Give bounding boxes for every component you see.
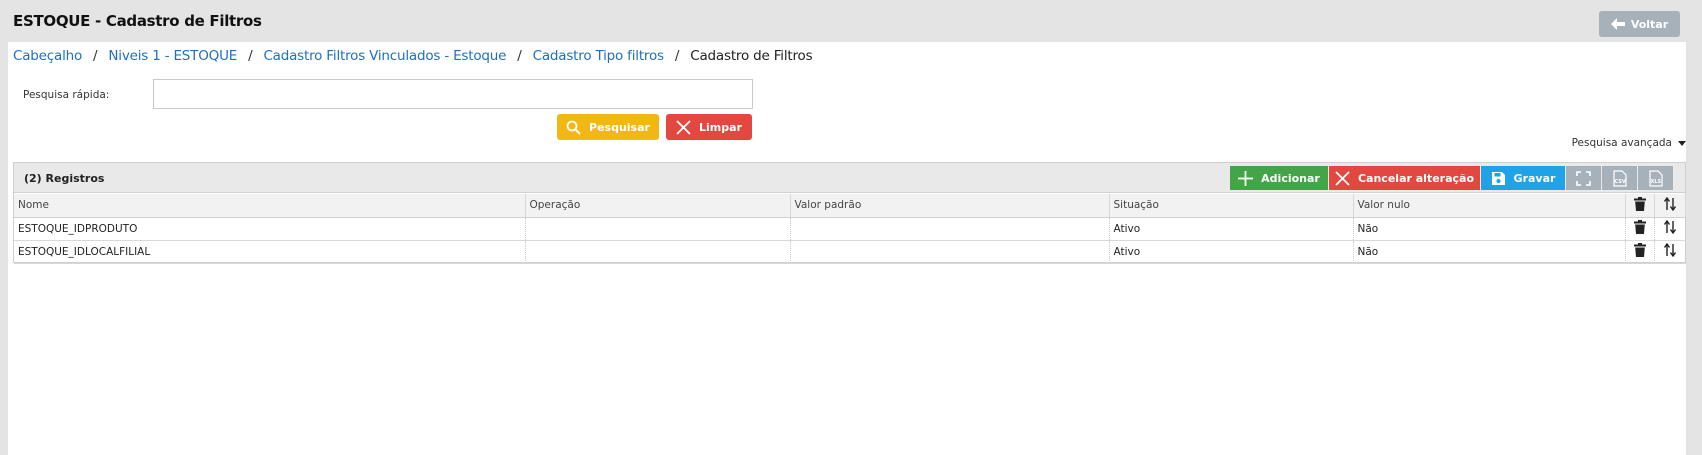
breadcrumb-separator: /	[248, 48, 253, 64]
records-table: Nome Operação Valor padrão Situação Valo…	[14, 194, 1686, 264]
table-header-row: Nome Operação Valor padrão Situação Valo…	[14, 194, 1686, 218]
caret-down-icon	[1678, 140, 1686, 146]
sort-column-header[interactable]	[1654, 194, 1686, 218]
cell-valor-nulo[interactable]: Não	[1353, 240, 1626, 264]
sort-icon	[1663, 242, 1676, 258]
save-button-label: Gravar	[1513, 171, 1556, 185]
cell-operacao[interactable]	[525, 240, 791, 264]
cell-operacao[interactable]	[525, 217, 791, 241]
breadcrumb-separator: /	[674, 48, 680, 64]
table-row[interactable]: ESTOQUE_IDLOCALFILIAL Ativo Não	[14, 240, 1686, 264]
sort-icon	[1663, 196, 1676, 211]
breadcrumb-item-filtros-vinculados[interactable]: Cadastro Filtros Vinculados - Estoque	[263, 48, 506, 64]
delete-column-header	[1625, 194, 1655, 218]
fullscreen-button[interactable]	[1566, 166, 1601, 190]
search-button[interactable]: Pesquisar	[557, 114, 659, 140]
csv-icon: CSV	[1612, 169, 1627, 187]
cancel-changes-button[interactable]: Cancelar alteração	[1329, 166, 1480, 190]
search-button-label: Pesquisar	[589, 120, 650, 134]
add-button-label: Adicionar	[1261, 171, 1320, 185]
trash-icon	[1633, 243, 1646, 257]
breadcrumb-item-niveis[interactable]: Niveis 1 - ESTOQUE	[108, 48, 237, 64]
cell-situacao[interactable]: Ativo	[1109, 240, 1354, 264]
search-icon	[566, 120, 581, 135]
sort-icon	[1663, 219, 1676, 235]
delete-row-button[interactable]	[1625, 217, 1655, 241]
records-grid: (2) Registros Adicionar Cancelar alteraç…	[13, 162, 1686, 264]
table-row[interactable]: ESTOQUE_IDPRODUTO Ativo Não	[14, 217, 1686, 241]
svg-text:XLS: XLS	[1650, 179, 1661, 185]
close-icon	[676, 119, 691, 135]
cancel-changes-label: Cancelar alteração	[1357, 171, 1474, 185]
back-button-label: Voltar	[1630, 17, 1669, 31]
breadcrumb: Cabeçalho / Niveis 1 - ESTOQUE / Cadastro Fi…	[13, 48, 813, 64]
drag-row-handle[interactable]	[1654, 217, 1686, 241]
breadcrumb-separator: /	[517, 48, 522, 64]
cell-valor-padrao[interactable]	[790, 240, 1110, 264]
cell-nome[interactable]: ESTOQUE_IDLOCALFILIAL	[14, 240, 526, 264]
breadcrumb-item-tipo-filtros[interactable]: Cadastro Tipo filtros	[533, 48, 664, 64]
column-header-nome[interactable]: Nome	[14, 194, 526, 218]
export-csv-button[interactable]: CSV	[1602, 166, 1637, 190]
plus-icon	[1238, 170, 1254, 186]
trash-icon	[1633, 196, 1646, 211]
export-xls-button[interactable]: XLS	[1638, 166, 1673, 190]
close-icon	[1335, 170, 1350, 186]
column-header-situacao[interactable]: Situação	[1109, 194, 1354, 218]
clear-button-label: Limpar	[699, 120, 742, 134]
column-header-valor-nulo[interactable]: Valor nulo	[1353, 194, 1626, 218]
advanced-search-toggle[interactable]: Pesquisa avançada	[1572, 137, 1686, 149]
page-title: ESTOQUE - Cadastro de Filtros	[13, 12, 262, 30]
cell-nome[interactable]: ESTOQUE_IDPRODUTO	[14, 217, 526, 241]
breadcrumb-current: Cadastro de Filtros	[690, 48, 813, 64]
records-count: (2) Registros	[24, 172, 105, 185]
drag-row-handle[interactable]	[1654, 240, 1686, 264]
quick-search-input[interactable]	[153, 79, 753, 109]
column-header-operacao[interactable]: Operação	[525, 194, 791, 218]
xls-icon: XLS	[1648, 169, 1663, 187]
save-button[interactable]: Gravar	[1481, 166, 1565, 190]
clear-button[interactable]: Limpar	[666, 114, 752, 140]
column-header-valor-padrao[interactable]: Valor padrão	[790, 194, 1110, 218]
grid-header: (2) Registros Adicionar Cancelar alteraç…	[14, 163, 1685, 193]
fullscreen-icon	[1576, 170, 1591, 186]
add-button[interactable]: Adicionar	[1230, 166, 1328, 190]
trash-icon	[1633, 220, 1646, 234]
back-button[interactable]: Voltar	[1599, 11, 1680, 37]
quick-search-label: Pesquisa rápida:	[23, 89, 110, 101]
save-icon	[1491, 171, 1505, 185]
cell-situacao[interactable]: Ativo	[1109, 217, 1354, 241]
delete-row-button[interactable]	[1625, 240, 1655, 264]
svg-text:CSV: CSV	[1614, 179, 1625, 185]
cell-valor-padrao[interactable]	[790, 217, 1110, 241]
cell-valor-nulo[interactable]: Não	[1353, 217, 1626, 241]
advanced-search-label: Pesquisa avançada	[1571, 137, 1672, 149]
top-bar: ESTOQUE - Cadastro de Filtros Voltar	[0, 0, 1702, 42]
breadcrumb-separator: /	[93, 48, 98, 64]
main-content: Cabeçalho / Niveis 1 - ESTOQUE / Cadastro Fi…	[8, 42, 1686, 455]
arrow-left-icon	[1610, 18, 1625, 30]
breadcrumb-item-cabecalho[interactable]: Cabeçalho	[13, 48, 82, 64]
